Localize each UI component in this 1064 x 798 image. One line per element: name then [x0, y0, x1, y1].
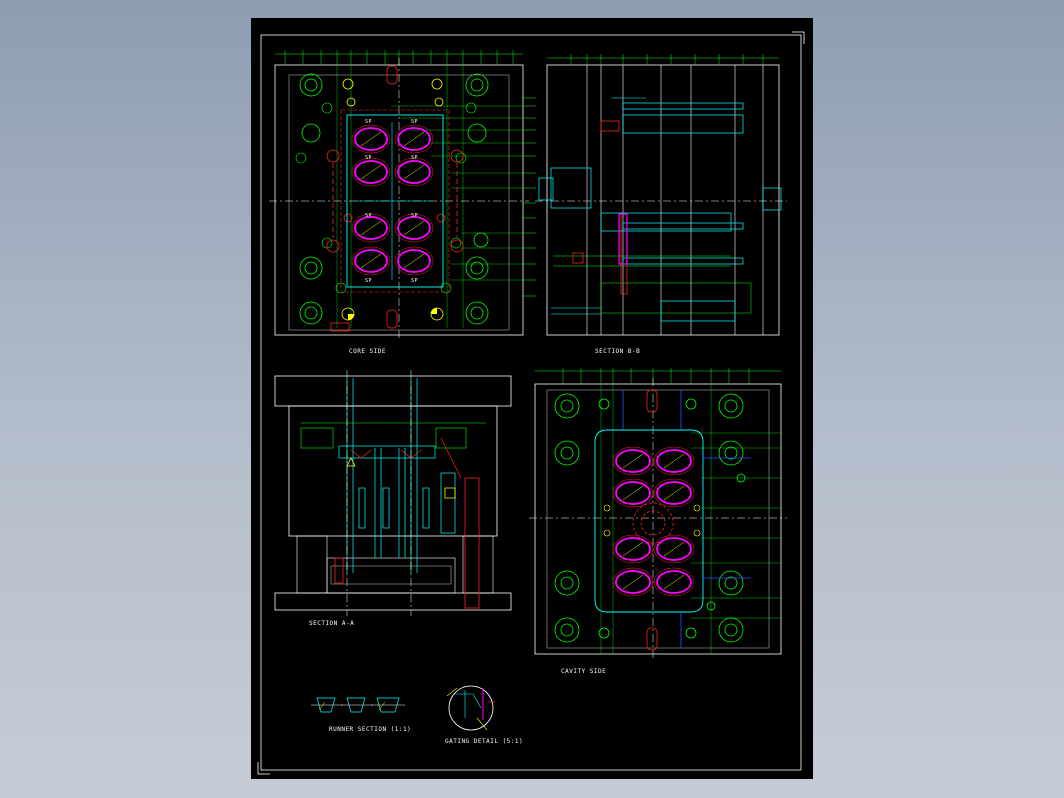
cavity-side-view: CAVITY SIDE — [529, 368, 787, 675]
mold-drawing: SP SP SP SP SP SP SP SP CORE SIDE SECTIO… — [257, 31, 805, 775]
section-aa-label: SECTION A-A — [309, 620, 354, 627]
core-side-view: SP SP SP SP SP SP SP SP CORE SIDE — [269, 50, 536, 355]
runner-section-label: RUNNER SECTION (1:1) — [329, 726, 411, 733]
cavity-mark: SP — [365, 278, 372, 284]
gating-detail-label: GATING DETAIL (5:1) — [445, 738, 523, 745]
gating-detail: GATING DETAIL (5:1) — [445, 685, 523, 745]
section-bb-label: SECTION B-B — [595, 348, 640, 355]
drawing-sheet: SP SP SP SP SP SP SP SP CORE SIDE SECTIO… — [251, 18, 813, 779]
core-side-label: CORE SIDE — [349, 348, 386, 355]
cavity-mark: SP — [365, 155, 372, 161]
section-aa-view: SECTION A-A — [274, 370, 512, 627]
cavity-mark: SP — [411, 213, 418, 219]
cavity-mark: SP — [365, 119, 372, 125]
cavity-mark: SP — [411, 119, 418, 125]
section-bb-view: SECTION B-B — [535, 54, 787, 355]
cavity-side-label: CAVITY SIDE — [561, 668, 606, 675]
cavity-mark: SP — [365, 213, 372, 219]
cavity-mark: SP — [411, 155, 418, 161]
runner-section-detail: RUNNER SECTION (1:1) — [311, 697, 411, 733]
cavity-mark: SP — [411, 278, 418, 284]
cavity-marks: SP SP SP SP SP SP SP SP — [365, 119, 418, 284]
sheet-frame — [257, 31, 805, 775]
